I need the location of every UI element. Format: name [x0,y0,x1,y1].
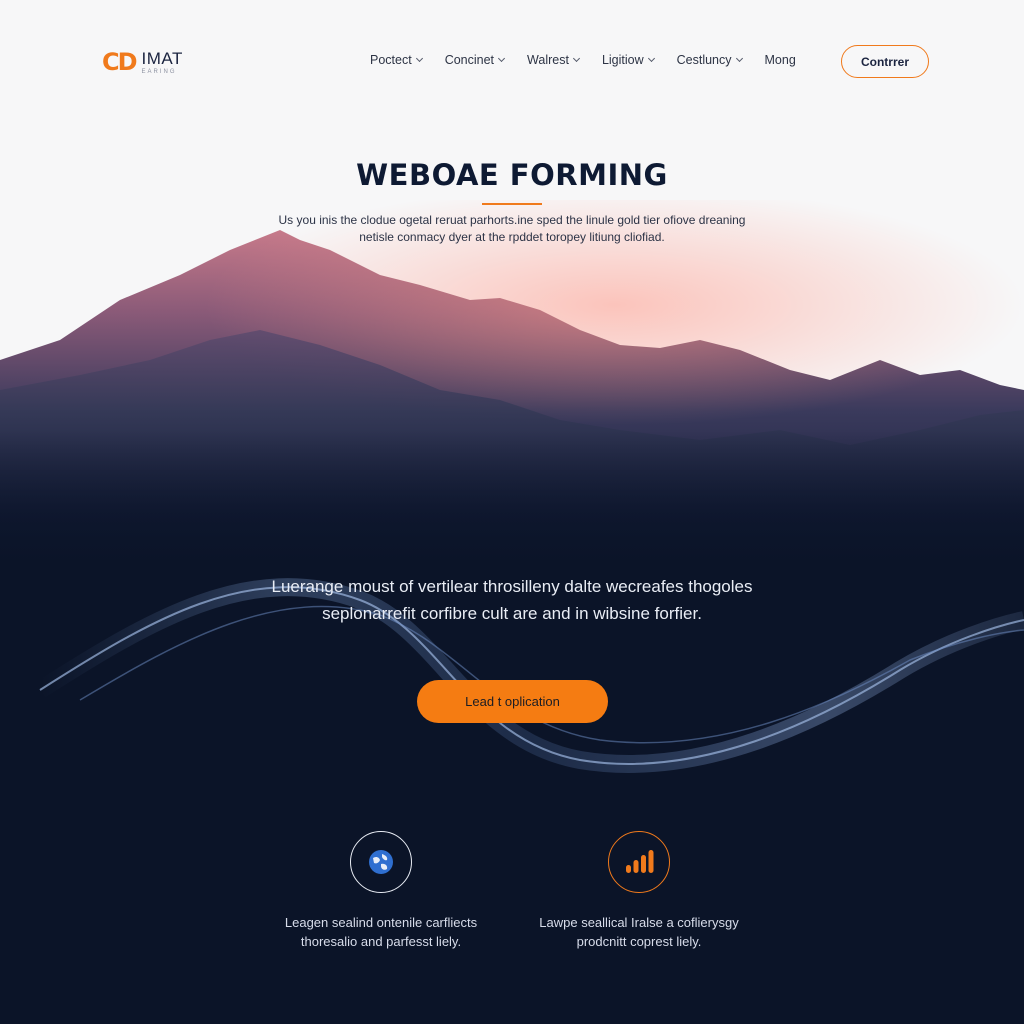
chevron-down-icon [572,54,580,63]
hero-title: WEBOAE FORMING [356,158,668,192]
main-nav: Poctect Concinet Walrest Ligitiow Cestlu… [370,53,796,67]
nav-item-label: Mong [764,53,796,67]
nav-item-label: Walrest [527,53,569,67]
nav-item-cestluncy[interactable]: Cestluncy [676,53,743,67]
logo-mark: CD [102,48,138,76]
chevron-down-icon [497,54,506,63]
logo-text: IMAT EARING [142,50,183,75]
hero-background [0,0,1024,1024]
feature-text-2: Lawpe seallical Iralse a coflierysgy pro… [539,915,739,949]
mid-section-text: Luerange moust of vertilear throsilleny … [271,577,753,623]
hero-divider [482,203,542,205]
brand-name: IMAT [141,48,183,68]
chevron-down-icon [735,54,743,63]
chevron-down-icon [647,54,655,63]
feature-text-1: Leagen sealind ontenile carfliects thore… [284,915,478,949]
main-cta-button[interactable]: Lead t oplication [417,680,608,723]
nav-item-label: Cestluncy [676,53,732,67]
nav-item-label: Ligitiow [601,53,644,67]
brand-tagline: EARING [141,68,177,75]
nav-item-ligitiow[interactable]: Ligitiow [601,53,655,67]
bar-chart-icon [608,831,670,893]
hero-subtitle: Us you inis the clodue ogetal reruat par… [278,213,746,244]
chevron-down-icon [415,54,423,63]
globe-icon [350,831,412,893]
nav-item-poctect[interactable]: Poctect [370,53,423,67]
nav-item-concinet[interactable]: Concinet [444,53,506,67]
header-cta-button[interactable]: Contrrer [841,45,929,78]
nav-item-mong[interactable]: Mong [765,53,796,67]
nav-item-label: Concinet [444,53,495,67]
brand-logo[interactable]: CD IMAT EARING [102,48,183,76]
nav-item-walrest[interactable]: Walrest [527,53,580,67]
nav-item-label: Poctect [370,53,412,67]
